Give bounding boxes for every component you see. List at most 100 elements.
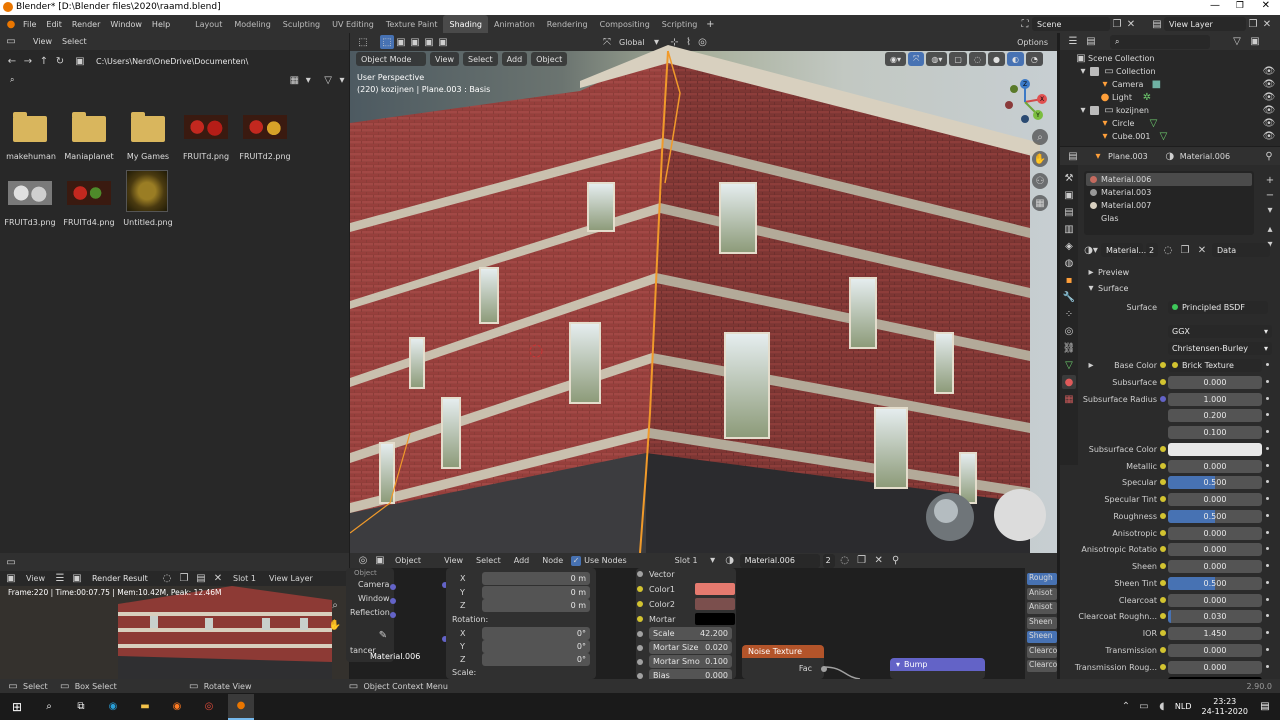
material-name-field[interactable]: Material.006: [739, 553, 820, 568]
material-slot[interactable]: Glas: [1086, 212, 1252, 225]
volume-icon[interactable]: ◖: [1155, 700, 1169, 714]
socket-clearcoat-roughness[interactable]: Clearco: [1027, 660, 1057, 672]
numeric-slider-field[interactable]: 0.000: [1168, 526, 1262, 540]
node-menu-add[interactable]: Add: [509, 553, 535, 569]
color-swatch-field[interactable]: [1168, 442, 1262, 456]
eye-icon[interactable]: 👁: [1262, 117, 1276, 131]
scene-tab-icon[interactable]: ◈: [1062, 239, 1076, 253]
tab-texture-paint[interactable]: Texture Paint: [380, 15, 444, 33]
tab-animation[interactable]: Animation: [488, 15, 541, 33]
ortho-grid-icon[interactable]: ▦: [1032, 195, 1048, 211]
keyframe-dot-icon[interactable]: [1266, 514, 1269, 517]
rotation-z-field[interactable]: 0°: [482, 653, 590, 666]
chevron-down-icon[interactable]: ▾: [301, 73, 315, 87]
numeric-slider-field[interactable]: 0.500: [1168, 576, 1262, 590]
maximize-icon[interactable]: ❐: [1236, 1, 1244, 11]
noise-texture-node[interactable]: Noise Texture Fac: [742, 645, 827, 679]
file-explorer-icon[interactable]: ▬: [138, 700, 152, 714]
numeric-slider-field[interactable]: 1.000: [1168, 392, 1262, 406]
rotation-y-field[interactable]: 0°: [482, 640, 590, 653]
output-tab-icon[interactable]: ▤: [1062, 205, 1076, 219]
filter-icon[interactable]: ▽: [1230, 35, 1244, 49]
keyframe-dot-icon[interactable]: [1266, 480, 1269, 483]
surface-panel-header[interactable]: ▾ Surface: [1084, 281, 1128, 295]
close-icon[interactable]: ✕: [211, 572, 225, 586]
scene-copy-icon[interactable]: ❐: [1110, 17, 1124, 31]
view-layer-icon[interactable]: ▤: [1150, 17, 1164, 31]
clock[interactable]: 23:23 24-11-2020: [1202, 697, 1249, 717]
numeric-slider-field[interactable]: 0.500: [1168, 509, 1262, 523]
socket-roughness[interactable]: Rough: [1027, 573, 1057, 585]
slot-menu-icon[interactable]: ▾: [1263, 203, 1277, 217]
blender-taskbar-icon[interactable]: ●: [228, 693, 254, 720]
fake-user-icon[interactable]: ◌: [160, 572, 174, 586]
search-icon[interactable]: ⌕: [42, 700, 56, 714]
notification-icon[interactable]: ▤: [1258, 700, 1272, 714]
outliner-item[interactable]: ▾ Cube.001 ▽ 👁: [1060, 130, 1280, 143]
socket-anisotropic-rotation[interactable]: Anisot: [1027, 602, 1057, 614]
mapping-node[interactable]: X 0 m Y 0 m Z 0 m Rotation: X 0° Y 0° Z 0° Sca…: [446, 568, 596, 679]
image-thumbnail[interactable]: [184, 115, 228, 139]
new-collection-icon[interactable]: ▣: [1248, 35, 1262, 49]
move-up-icon[interactable]: ▴: [1263, 222, 1277, 236]
firefox-icon[interactable]: ◉: [170, 700, 184, 714]
material-browse-icon[interactable]: ◑▾: [1084, 243, 1098, 257]
windows-start-icon[interactable]: ⊞: [10, 700, 24, 714]
material-slot[interactable]: Material.006: [1086, 173, 1252, 186]
tab-rendering[interactable]: Rendering: [541, 15, 594, 33]
mortar-size-field[interactable]: Mortar Size 0.020: [649, 641, 732, 654]
keyframe-dot-icon[interactable]: [1266, 547, 1269, 550]
scene-icon[interactable]: ⛶: [1018, 17, 1032, 31]
chevron-down-icon[interactable]: ▾: [335, 73, 349, 87]
copy-icon[interactable]: ❐: [177, 572, 191, 586]
outliner-item[interactable]: ▾ ▭ Collection 👁: [1060, 65, 1280, 78]
hamburger-icon[interactable]: ☰: [53, 572, 67, 586]
tab-shading[interactable]: Shading: [443, 15, 488, 33]
shader-type-selector[interactable]: Object: [390, 553, 426, 569]
pan-hand-icon[interactable]: ✋: [328, 618, 342, 632]
surface-shader-field[interactable]: Principled BSDF: [1168, 300, 1268, 314]
tab-compositing[interactable]: Compositing: [594, 15, 656, 33]
pan-hand-icon[interactable]: ✋: [1032, 151, 1048, 167]
image-icon[interactable]: ▣: [4, 572, 18, 586]
editor-type-icon[interactable]: ▤: [1066, 149, 1080, 163]
display-mode-icon[interactable]: ▦: [287, 73, 301, 87]
new-folder-icon[interactable]: ▣: [73, 54, 87, 68]
task-view-icon[interactable]: ⧉: [74, 700, 88, 714]
image-thumbnail[interactable]: [243, 115, 287, 139]
folder-open-icon[interactable]: ▤: [194, 572, 208, 586]
numeric-slider-field[interactable]: 0.100: [1168, 425, 1262, 439]
back-icon[interactable]: ←: [5, 54, 19, 68]
remove-slot-icon[interactable]: −: [1263, 188, 1277, 202]
base-color-link-field[interactable]: Brick Texture: [1168, 358, 1262, 372]
pin-icon[interactable]: ⚲: [889, 554, 903, 568]
material-browse-icon[interactable]: ◑: [723, 554, 737, 568]
shader-node-editor[interactable]: ◎ ▣ Object View Select Add Node ✓ Use No…: [346, 553, 1057, 682]
preview-panel-header[interactable]: ▸ Preview: [1084, 265, 1129, 279]
editor-type-icon[interactable]: ▭: [4, 555, 18, 569]
use-nodes-checkbox[interactable]: ✓: [571, 555, 582, 566]
minimize-icon[interactable]: —: [1210, 0, 1220, 11]
numeric-slider-field[interactable]: 0.200: [1168, 408, 1262, 422]
eye-icon[interactable]: 👁: [1262, 104, 1276, 118]
numeric-slider-field[interactable]: 0.000: [1168, 643, 1262, 657]
eye-icon[interactable]: 👁: [1262, 91, 1276, 105]
parent-folder-icon[interactable]: ↑: [37, 54, 51, 68]
tab-sculpting[interactable]: Sculpting: [277, 15, 326, 33]
color1-swatch[interactable]: [695, 583, 735, 595]
view-layer-tab-icon[interactable]: ▥: [1062, 222, 1076, 236]
copy-icon[interactable]: ❐: [855, 554, 869, 568]
forward-icon[interactable]: →: [21, 54, 35, 68]
zoom-icon[interactable]: ⌕: [328, 598, 342, 612]
file-item-makehuman[interactable]: [6, 106, 54, 154]
keyframe-dot-icon[interactable]: [1266, 497, 1269, 500]
eyedropper-icon[interactable]: ✎: [376, 628, 390, 642]
slot-selector[interactable]: Slot 1: [228, 571, 261, 587]
refresh-icon[interactable]: ↻: [53, 54, 67, 68]
material-datablock-field[interactable]: Material...: [1101, 243, 1146, 257]
image-browse-icon[interactable]: ▣: [70, 572, 84, 586]
chrome-icon[interactable]: ◎: [202, 700, 216, 714]
view-layer-delete-icon[interactable]: ✕: [1260, 17, 1274, 31]
zoom-icon[interactable]: ⌕: [1032, 129, 1048, 145]
numeric-slider-field[interactable]: 0.000: [1168, 660, 1262, 674]
